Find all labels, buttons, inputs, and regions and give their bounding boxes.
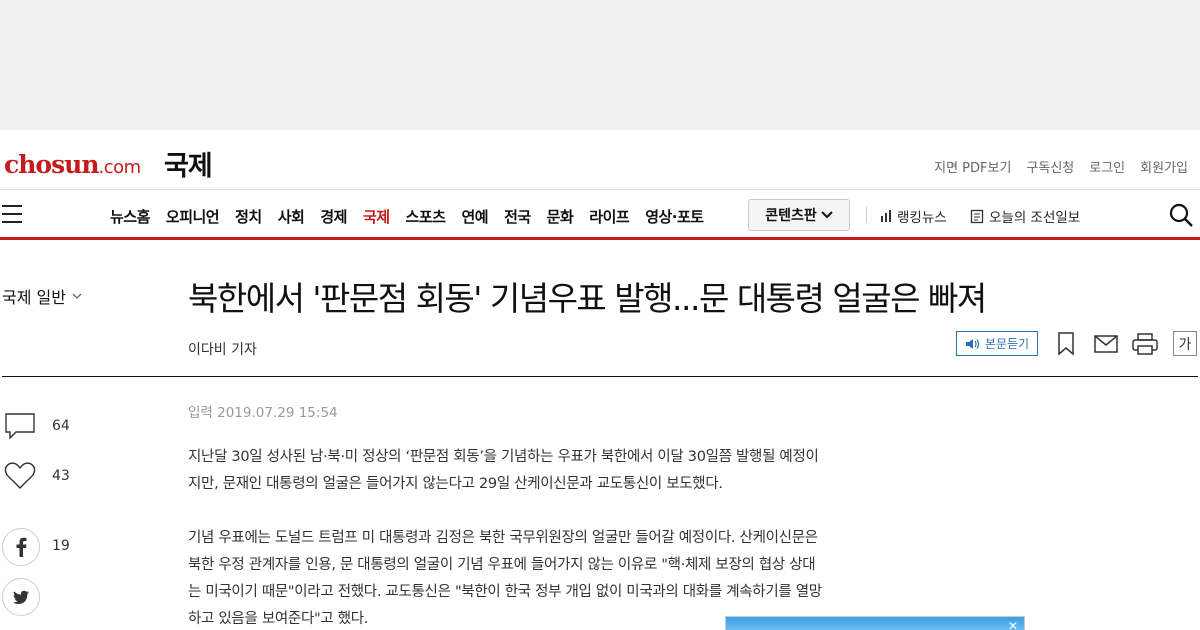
site-header: chosun.com 국제 지면 PDF보기 구독신청 로그인 회원가입 [0,130,1200,190]
nav-divider [866,207,867,223]
font-size-button[interactable]: 가 [1173,331,1197,356]
nav-item-culture[interactable]: 문화 [547,206,574,227]
category-label: 국제 일반 [2,288,66,307]
top-ad-banner [0,0,1200,130]
nav-item-life[interactable]: 라이프 [589,206,629,227]
facebook-share[interactable]: 19 [2,528,70,566]
ranking-news-label: 랭킹뉴스 [897,210,947,226]
nav-menu: 뉴스홈 오피니언 정치 사회 경제 국제 스포츠 연예 전국 문화 라이프 영상… [110,206,704,227]
like-count: 43 [52,468,70,484]
header-divider [2,376,1198,377]
facebook-count: 19 [52,538,70,554]
article-body: 지난달 30일 성사된 남·북·미 정상의 ‘판문점 회동’을 기념하는 우표가… [188,444,828,630]
pdf-link[interactable]: 지면 PDF보기 [934,157,1011,176]
nav-item-opinion[interactable]: 오피니언 [166,206,220,227]
chevron-down-icon [72,293,82,299]
subscribe-link[interactable]: 구독신청 [1026,157,1074,176]
nav-item-economy[interactable]: 경제 [320,206,347,227]
nav-item-news-home[interactable]: 뉴스홈 [110,206,150,227]
bookmark-icon[interactable] [1053,331,1079,357]
close-icon[interactable]: ✕ [1006,619,1020,630]
print-icon[interactable] [1132,331,1158,357]
section-title[interactable]: 국제 [164,144,213,183]
comment-icon [5,413,35,440]
today-paper-link[interactable]: 오늘의 조선일보 [970,206,1080,226]
nav-item-society[interactable]: 사회 [278,206,305,227]
article-paragraph: 지난달 30일 성사된 남·북·미 정상의 ‘판문점 회동’을 기념하는 우표가… [188,449,819,492]
article-date: 입력 2019.07.29 15:54 [188,405,338,421]
listen-button[interactable]: 본문듣기 [956,331,1038,356]
article-headline: 북한에서 '판문점 회동' 기념우표 발행...문 대통령 얼굴은 빠져 [188,279,987,318]
main-nav: 뉴스홈 오피니언 정치 사회 경제 국제 스포츠 연예 전국 문화 라이프 영상… [0,190,1200,240]
utility-links: 지면 PDF보기 구독신청 로그인 회원가입 [934,157,1188,176]
category-dropdown[interactable]: 국제 일반 [2,284,82,308]
nav-item-national[interactable]: 전국 [504,206,531,227]
comment-share[interactable]: 64 [4,412,70,440]
contents-button[interactable]: 콘텐츠판 [748,199,850,231]
nav-item-entertainment[interactable]: 연예 [461,206,488,227]
bar-chart-icon [881,210,891,222]
ranking-news-link[interactable]: 랭킹뉴스 [880,206,947,226]
speaker-icon [965,338,980,349]
twitter-share[interactable] [2,578,40,616]
twitter-icon [2,578,40,616]
chevron-down-icon [821,211,833,219]
comment-count: 64 [52,418,70,434]
login-link[interactable]: 로그인 [1089,157,1125,176]
facebook-icon [2,528,40,566]
heart-icon [4,462,36,489]
listen-button-label: 본문듣기 [984,337,1030,351]
today-paper-label: 오늘의 조선일보 [989,210,1081,226]
nav-item-international[interactable]: 국제 [363,206,390,227]
search-icon[interactable] [1168,202,1194,228]
signup-link[interactable]: 회원가입 [1140,157,1188,176]
article-paragraph: 기념 우표에는 도널드 트럼프 미 대통령과 김정은 북한 국무위원장의 얼굴만… [188,530,822,627]
nav-item-video-photo[interactable]: 영상·포토 [645,206,704,227]
email-icon[interactable] [1093,331,1119,357]
article-byline[interactable]: 이다비 기자 [188,339,257,359]
nav-item-sports[interactable]: 스포츠 [406,206,446,227]
newspaper-icon [970,209,984,223]
inline-ad[interactable]: ✕ [725,616,1025,630]
menu-icon[interactable] [2,205,22,223]
contents-button-label: 콘텐츠판 [765,208,817,224]
chosun-logo[interactable]: chosun.com [4,150,141,179]
like-share[interactable]: 43 [4,462,70,490]
nav-item-politics[interactable]: 정치 [235,206,262,227]
